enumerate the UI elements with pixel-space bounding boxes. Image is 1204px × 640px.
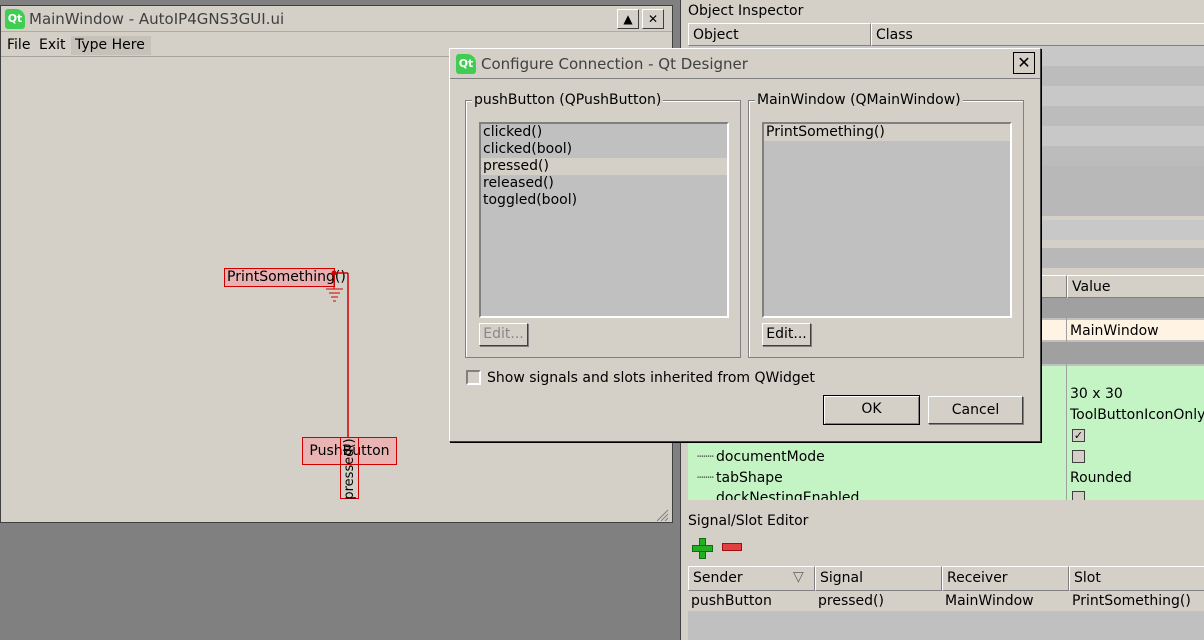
receiver-column-header[interactable]: Receiver	[942, 566, 1069, 591]
slot-column-header[interactable]: Slot	[1069, 566, 1204, 591]
signal-slot-editor-title: Signal/Slot Editor	[688, 513, 809, 529]
prop-value-toolbuttonstyle[interactable]: ToolButtonIconOnly	[1070, 407, 1204, 423]
slot-endpoint-label[interactable]: PrintSomething()	[224, 268, 346, 287]
sort-indicator-icon: ▽	[793, 569, 804, 585]
configure-connection-dialog: Qt Configure Connection - Qt Designer ✕ …	[449, 48, 1041, 442]
sender-column-header[interactable]: Sender ▽	[688, 566, 815, 591]
list-item-selected[interactable]: pressed()	[481, 158, 727, 175]
list-item-selected[interactable]: PrintSomething()	[764, 124, 1010, 141]
inherited-checkbox[interactable]	[466, 370, 481, 385]
connection-line	[326, 270, 349, 442]
table-row[interactable]: pushButton pressed() MainWindow PrintSom…	[688, 591, 1204, 611]
minimize-icon: ▲	[623, 12, 633, 26]
signal-endpoint-label: pressed()	[342, 438, 357, 500]
close-icon: ✕	[1017, 53, 1031, 72]
prop-value-iconsize[interactable]: 30 x 30	[1070, 386, 1123, 402]
ok-button[interactable]: OK	[823, 395, 920, 425]
menu-exit[interactable]: Exit	[39, 37, 66, 53]
sender-header-label: Sender	[693, 570, 743, 586]
object-column-header[interactable]: Object	[688, 23, 871, 46]
cell-slot: PrintSomething()	[1072, 593, 1191, 609]
form-window-title: MainWindow - AutoIP4GNS3GUI.ui	[29, 10, 285, 28]
prop-docknesting-checkbox[interactable]	[1072, 491, 1085, 500]
list-item[interactable]: toggled(bool)	[481, 192, 727, 209]
prop-value-objectname[interactable]: MainWindow	[1070, 323, 1159, 339]
signals-list[interactable]: clicked() clicked(bool) pressed() releas…	[479, 122, 729, 318]
prop-name-docknesting: dockNestingEnabled	[716, 490, 860, 500]
inherited-checkbox-label[interactable]: Show signals and slots inherited from QW…	[487, 370, 815, 386]
edit-slots-button[interactable]: Edit...	[762, 323, 811, 346]
dialog-title: Configure Connection - Qt Designer	[481, 55, 748, 73]
form-window-titlebar[interactable]: Qt MainWindow - AutoIP4GNS3GUI.ui ▲ ✕	[1, 6, 672, 32]
resize-grip-icon[interactable]	[655, 509, 669, 521]
object-inspector-title: Object Inspector	[688, 3, 804, 19]
cell-signal: pressed()	[818, 593, 884, 609]
cell-receiver: MainWindow	[945, 593, 1034, 609]
prop-row-docknesting[interactable]: dockNestingEnabled	[688, 490, 1204, 500]
sender-group-title: pushButton (QPushButton)	[472, 92, 664, 108]
cancel-button[interactable]: Cancel	[928, 396, 1023, 424]
prop-tree-guide: ┈┈	[697, 470, 714, 486]
edit-signals-button[interactable]: Edit...	[479, 323, 528, 346]
menu-file[interactable]: File	[7, 37, 30, 53]
receiver-group-title: MainWindow (QMainWindow)	[755, 92, 963, 108]
prop-tree-guide: ┈┈	[697, 449, 714, 465]
dialog-close-button[interactable]: ✕	[1013, 52, 1035, 74]
signal-endpoint-box[interactable]: pressed()	[340, 437, 359, 500]
signal-column-header[interactable]: Signal	[815, 566, 942, 591]
minimize-button[interactable]: ▲	[617, 9, 639, 29]
list-item[interactable]: clicked()	[481, 124, 727, 141]
prop-name-tabshape: tabShape	[716, 470, 783, 486]
cell-sender: pushButton	[691, 593, 772, 609]
prop-name-documentmode: documentMode	[716, 449, 825, 465]
qt-logo-icon: Qt	[5, 9, 25, 29]
slots-list[interactable]: PrintSomething()	[762, 122, 1012, 318]
prop-value-tabshape[interactable]: Rounded	[1070, 470, 1132, 486]
close-button[interactable]: ✕	[642, 9, 664, 29]
value-column-header[interactable]: Value	[1067, 275, 1204, 298]
plus-icon[interactable]	[691, 537, 713, 559]
connections-table[interactable]: pushButton pressed() MainWindow PrintSom…	[688, 591, 1204, 640]
minus-icon[interactable]	[722, 543, 742, 551]
qt-logo-icon: Qt	[456, 54, 476, 74]
class-column-header[interactable]: Class	[871, 23, 1204, 46]
title-divider	[450, 78, 1040, 79]
prop-animated-checkbox[interactable]: ✓	[1072, 429, 1085, 442]
close-icon: ✕	[647, 12, 659, 26]
prop-documentmode-checkbox[interactable]	[1072, 450, 1085, 463]
list-item[interactable]: clicked(bool)	[481, 141, 727, 158]
list-item[interactable]: released()	[481, 175, 727, 192]
menu-type-here[interactable]: Type Here	[71, 36, 151, 55]
